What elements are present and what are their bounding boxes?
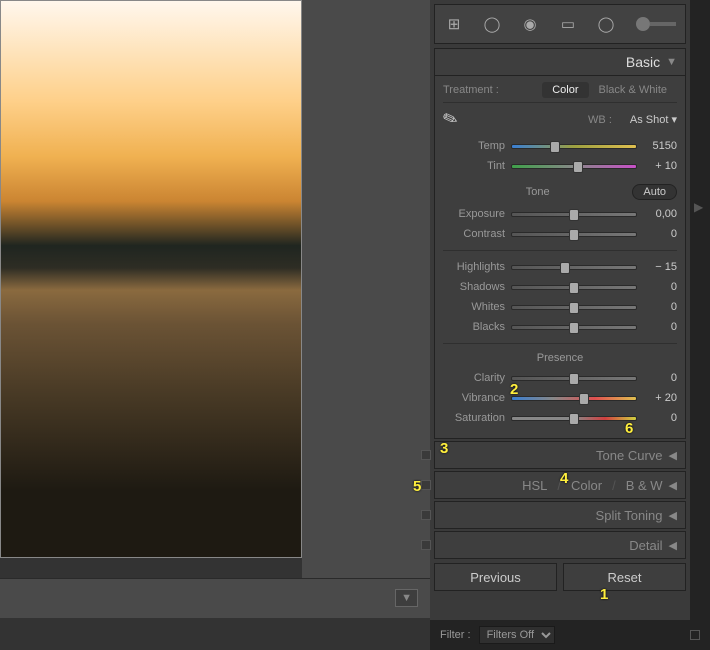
panel-switch-icon[interactable] [421, 450, 431, 460]
wb-row: ✎ WB : As Shot ▾ [443, 109, 677, 130]
wb-label: WB : [588, 114, 612, 126]
previous-button[interactable]: Previous [434, 563, 557, 591]
detail-header[interactable]: Detail ◀ [434, 531, 686, 559]
right-edge: ▶ [690, 0, 710, 620]
blacks-slider[interactable]: Blacks 0 [443, 317, 677, 337]
clarity-slider[interactable]: Clarity 0 [443, 368, 677, 388]
spot-icon[interactable]: ◯ [479, 11, 505, 37]
eyedropper-icon[interactable]: ✎ [440, 107, 461, 132]
tone-section: Tone Auto [443, 184, 677, 200]
triangle-left-icon: ◀ [669, 449, 677, 462]
panel-switch-icon[interactable] [421, 540, 431, 550]
bottom-buttons: Previous Reset [434, 563, 686, 591]
annotation-3: 3 [440, 440, 448, 457]
presence-section: Presence [443, 352, 677, 364]
treatment-segment: Color Black & White [542, 82, 677, 98]
auto-button[interactable]: Auto [632, 184, 677, 200]
annotation-1: 1 [600, 586, 608, 603]
triangle-left-icon: ◀ [669, 509, 677, 522]
saturation-slider[interactable]: Saturation 0 [443, 408, 677, 428]
radial-icon[interactable]: ◯ [593, 11, 619, 37]
treatment-row: Treatment : Color Black & White [443, 82, 677, 103]
grad-icon[interactable]: ▭ [555, 11, 581, 37]
crop-icon[interactable]: ⊞ [441, 11, 467, 37]
brush-icon[interactable] [631, 11, 679, 37]
exposure-slider[interactable]: Exposure 0,00 [443, 204, 677, 224]
develop-panel: ⊞ ◯ ◉ ▭ ◯ Basic ▼ Treatment : Color Blac… [430, 0, 690, 620]
treatment-bw[interactable]: Black & White [589, 82, 677, 98]
lock-icon[interactable] [690, 630, 700, 640]
filmstrip-bar: ▼ [0, 578, 430, 618]
treatment-label: Treatment : [443, 84, 499, 96]
basic-header[interactable]: Basic ▼ [434, 48, 686, 76]
annotation-6: 6 [625, 420, 633, 437]
triangle-left-icon: ◀ [669, 479, 677, 492]
split-toning-header[interactable]: Split Toning ◀ [434, 501, 686, 529]
tool-strip: ⊞ ◯ ◉ ▭ ◯ [434, 4, 686, 44]
annotation-4: 4 [560, 470, 568, 487]
filter-select[interactable]: Filters Off [479, 626, 555, 644]
reset-button[interactable]: Reset [563, 563, 686, 591]
basic-body: Treatment : Color Black & White ✎ WB : A… [434, 76, 686, 439]
treatment-color[interactable]: Color [542, 82, 588, 98]
basic-title: Basic [626, 54, 660, 70]
annotation-2: 2 [510, 381, 518, 398]
contrast-slider[interactable]: Contrast 0 [443, 224, 677, 244]
panel-switch-icon[interactable] [421, 480, 431, 490]
chevron-right-icon[interactable]: ▶ [694, 200, 703, 214]
triangle-down-icon: ▼ [666, 56, 677, 68]
filter-bar: Filter : Filters Off [430, 620, 710, 650]
filter-label: Filter : [440, 629, 471, 641]
vibrance-slider[interactable]: Vibrance + 20 [443, 388, 677, 408]
wb-select[interactable]: As Shot ▾ [630, 113, 677, 126]
shadows-slider[interactable]: Shadows 0 [443, 277, 677, 297]
redeye-icon[interactable]: ◉ [517, 11, 543, 37]
temp-slider[interactable]: Temp 5150 [443, 136, 677, 156]
tint-slider[interactable]: Tint + 10 [443, 156, 677, 176]
highlights-slider[interactable]: Highlights − 15 [443, 257, 677, 277]
annotation-5: 5 [413, 478, 421, 495]
chevron-down-icon[interactable]: ▼ [395, 589, 418, 607]
canvas-bg [302, 0, 430, 578]
whites-slider[interactable]: Whites 0 [443, 297, 677, 317]
tone-curve-header[interactable]: Tone Curve ◀ [434, 441, 686, 469]
panel-switch-icon[interactable] [421, 510, 431, 520]
triangle-left-icon: ◀ [669, 539, 677, 552]
photo-preview [0, 0, 302, 558]
